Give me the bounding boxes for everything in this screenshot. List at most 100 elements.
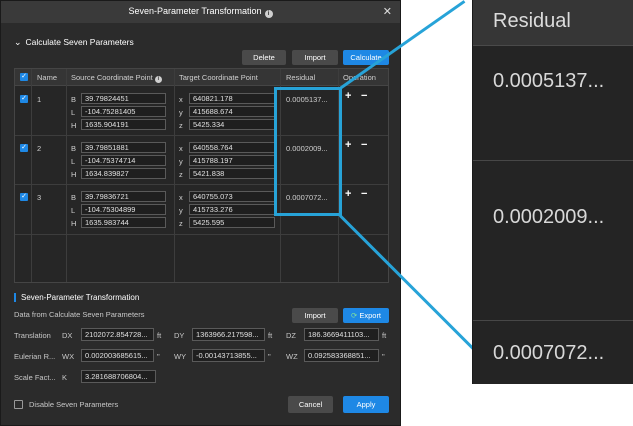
calc-section-title: Calculate Seven Parameters bbox=[25, 37, 134, 47]
remove-row-button[interactable]: − bbox=[361, 140, 367, 151]
target-z-field[interactable]: 5421.838 bbox=[189, 168, 275, 179]
header-source-label: Source Coordinate Point bbox=[71, 73, 153, 82]
residual-highlight-box bbox=[274, 87, 342, 216]
delete-button[interactable]: Delete bbox=[242, 50, 286, 65]
source-b-field[interactable]: 39.79836721 bbox=[81, 191, 166, 202]
import-params-button[interactable]: Import bbox=[292, 308, 338, 323]
column-divider bbox=[66, 69, 67, 282]
row-checkbox[interactable]: ✓ bbox=[20, 193, 28, 201]
source-label-b: B bbox=[71, 144, 77, 153]
source-b-field[interactable]: 39.79824451 bbox=[81, 93, 166, 104]
row-name: 1 bbox=[37, 95, 42, 104]
wx-field[interactable]: 0.002003685615... bbox=[81, 349, 154, 362]
k-field[interactable]: 3.281688706804... bbox=[81, 370, 156, 383]
header-source: Source Coordinate Point i bbox=[71, 73, 162, 83]
source-label-h: H bbox=[71, 219, 77, 228]
export-button[interactable]: ⟳ Export bbox=[343, 308, 389, 323]
add-row-button[interactable]: + bbox=[345, 189, 351, 200]
header-name: Name bbox=[37, 73, 58, 82]
source-label-b: B bbox=[71, 193, 77, 202]
disable-seven-params-label: Disable Seven Parameters bbox=[29, 400, 119, 409]
column-divider bbox=[31, 69, 32, 282]
target-label-x: x bbox=[179, 95, 183, 104]
calc-section-header[interactable]: ⌄ Calculate Seven Parameters bbox=[14, 37, 134, 48]
dx-unit: ft bbox=[157, 331, 162, 340]
source-l-field[interactable]: -104.75281405 bbox=[81, 106, 166, 117]
add-row-button[interactable]: + bbox=[345, 140, 351, 151]
wz-field[interactable]: 0.092583368851... bbox=[304, 349, 379, 362]
eulerian-label: Eulerian R... bbox=[14, 352, 56, 361]
cancel-button[interactable]: Cancel bbox=[288, 396, 333, 413]
target-label-z: z bbox=[179, 170, 183, 179]
target-y-field[interactable]: 415733.276 bbox=[189, 204, 275, 215]
target-x-field[interactable]: 640755.073 bbox=[189, 191, 275, 202]
row-name: 2 bbox=[37, 144, 42, 153]
dz-field[interactable]: 186.3669411103... bbox=[304, 328, 379, 341]
dy-label: DY bbox=[174, 331, 185, 340]
translation-label: Translation bbox=[14, 331, 51, 340]
source-h-field[interactable]: 1635.904191 bbox=[81, 119, 166, 130]
wy-label: WY bbox=[174, 352, 187, 361]
source-h-field[interactable]: 1635.983744 bbox=[81, 217, 166, 228]
zoom-header: Residual bbox=[473, 0, 633, 46]
wz-label: WZ bbox=[286, 352, 298, 361]
target-x-field[interactable]: 640821.178 bbox=[189, 93, 275, 104]
dialog-title-wrap: Seven-Parameter Transformation i bbox=[1, 6, 400, 18]
dx-field[interactable]: 2102072.854728... bbox=[81, 328, 154, 341]
scale-factor-label: Scale Fact... bbox=[14, 373, 56, 382]
target-label-y: y bbox=[179, 206, 183, 215]
source-b-field[interactable]: 39.79851881 bbox=[81, 142, 166, 153]
dialog-title: Seven-Parameter Transformation bbox=[128, 6, 262, 16]
source-info-icon[interactable]: i bbox=[154, 76, 162, 83]
table-header: ✓ Name Source Coordinate Point i Target … bbox=[15, 69, 388, 86]
k-label: K bbox=[62, 373, 68, 382]
target-y-field[interactable]: 415788.197 bbox=[189, 155, 275, 166]
add-row-button[interactable]: + bbox=[345, 91, 351, 102]
residual-zoom-panel: Residual 0.0005137... 0.0002009... 0.000… bbox=[472, 0, 633, 384]
section-accent-bar bbox=[14, 293, 16, 302]
wy-field[interactable]: -0.00143713855... bbox=[192, 349, 265, 362]
source-label-h: H bbox=[71, 170, 77, 179]
title-bar: Seven-Parameter Transformation i ✕ bbox=[1, 1, 400, 23]
dz-unit: ft bbox=[382, 331, 387, 340]
source-label-h: H bbox=[71, 121, 77, 130]
remove-row-button[interactable]: − bbox=[361, 189, 367, 200]
export-label: Export bbox=[359, 311, 382, 320]
target-label-x: x bbox=[179, 193, 183, 202]
target-label-z: z bbox=[179, 121, 183, 130]
transform-subtitle: Data from Calculate Seven Parameters bbox=[14, 310, 145, 319]
zoom-divider bbox=[473, 320, 633, 321]
dz-label: DZ bbox=[286, 331, 296, 340]
remove-row-button[interactable]: − bbox=[361, 91, 367, 102]
select-all-checkbox[interactable]: ✓ bbox=[20, 73, 28, 81]
target-label-y: y bbox=[179, 108, 183, 117]
row-checkbox[interactable]: ✓ bbox=[20, 95, 28, 103]
target-x-field[interactable]: 640558.764 bbox=[189, 142, 275, 153]
target-z-field[interactable]: 5425.334 bbox=[189, 119, 275, 130]
source-l-field[interactable]: -104.75304899 bbox=[81, 204, 166, 215]
info-icon[interactable]: i bbox=[264, 10, 273, 18]
zoom-header-label: Residual bbox=[493, 10, 571, 32]
target-label-x: x bbox=[179, 144, 183, 153]
zoom-residual-1: 0.0005137... bbox=[493, 70, 605, 92]
chevron-down-icon: ⌄ bbox=[14, 37, 22, 47]
row-divider bbox=[15, 234, 388, 235]
wx-unit: " bbox=[157, 352, 160, 361]
target-z-field[interactable]: 5425.595 bbox=[189, 217, 275, 228]
disable-seven-params-checkbox[interactable] bbox=[14, 400, 23, 409]
dy-unit: ft bbox=[268, 331, 273, 340]
apply-button[interactable]: Apply bbox=[343, 396, 389, 413]
wz-unit: " bbox=[382, 352, 385, 361]
source-label-l: L bbox=[71, 157, 76, 166]
zoom-residual-2: 0.0002009... bbox=[493, 206, 605, 228]
row-checkbox[interactable]: ✓ bbox=[20, 144, 28, 152]
dy-field[interactable]: 1363966.217598... bbox=[192, 328, 265, 341]
import-button[interactable]: Import bbox=[292, 50, 338, 65]
source-h-field[interactable]: 1634.839827 bbox=[81, 168, 166, 179]
target-y-field[interactable]: 415688.674 bbox=[189, 106, 275, 117]
row-name: 3 bbox=[37, 193, 42, 202]
close-icon[interactable]: ✕ bbox=[383, 5, 392, 18]
source-l-field[interactable]: -104.75374714 bbox=[81, 155, 166, 166]
column-divider bbox=[174, 69, 175, 282]
wx-label: WX bbox=[62, 352, 75, 361]
